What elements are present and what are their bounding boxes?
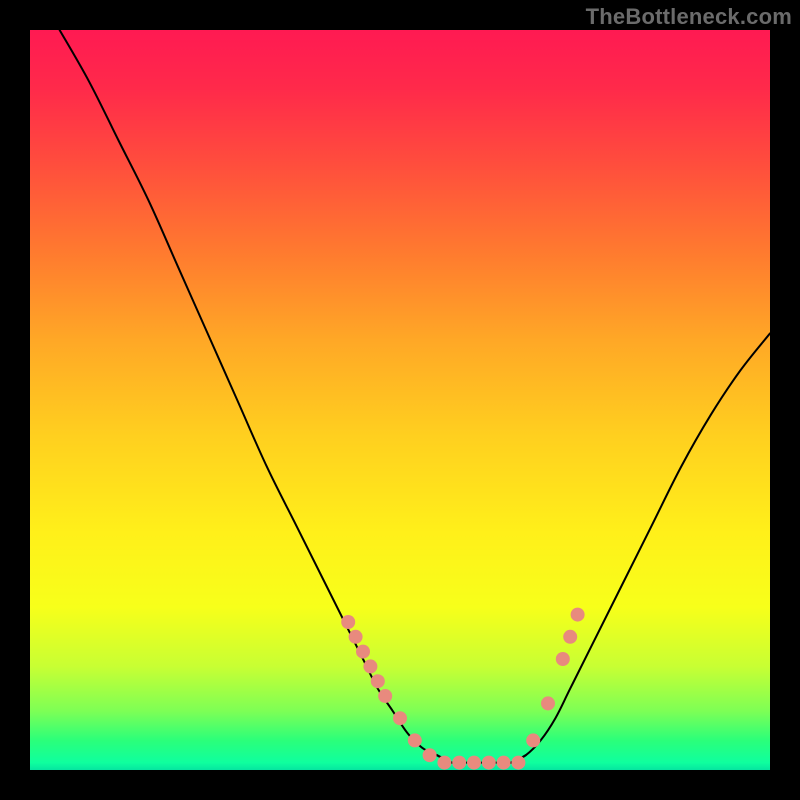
highlight-dot	[437, 756, 451, 770]
highlight-dot	[571, 608, 585, 622]
highlight-dot	[556, 652, 570, 666]
highlight-dot	[452, 756, 466, 770]
chart-svg	[30, 30, 770, 770]
highlight-dot	[511, 756, 525, 770]
highlight-dot	[467, 756, 481, 770]
highlight-dot	[363, 659, 377, 673]
highlight-dot	[526, 733, 540, 747]
highlight-dot	[541, 696, 555, 710]
highlight-dot	[356, 645, 370, 659]
valley-floor	[437, 755, 526, 763]
curve-lines	[60, 30, 770, 763]
highlight-dot	[497, 756, 511, 770]
left-curve	[60, 30, 452, 763]
highlight-dot	[408, 733, 422, 747]
highlight-dot	[371, 674, 385, 688]
highlight-dot	[482, 756, 496, 770]
highlight-dot	[393, 711, 407, 725]
watermark-text: TheBottleneck.com	[586, 4, 792, 30]
highlight-dot	[423, 748, 437, 762]
plot-area	[30, 30, 770, 770]
highlight-dot	[341, 615, 355, 629]
highlight-dot	[378, 689, 392, 703]
chart-stage: TheBottleneck.com	[0, 0, 800, 800]
right-curve	[511, 333, 770, 762]
highlight-dot	[563, 630, 577, 644]
highlight-dots	[341, 608, 584, 770]
highlight-dot	[349, 630, 363, 644]
